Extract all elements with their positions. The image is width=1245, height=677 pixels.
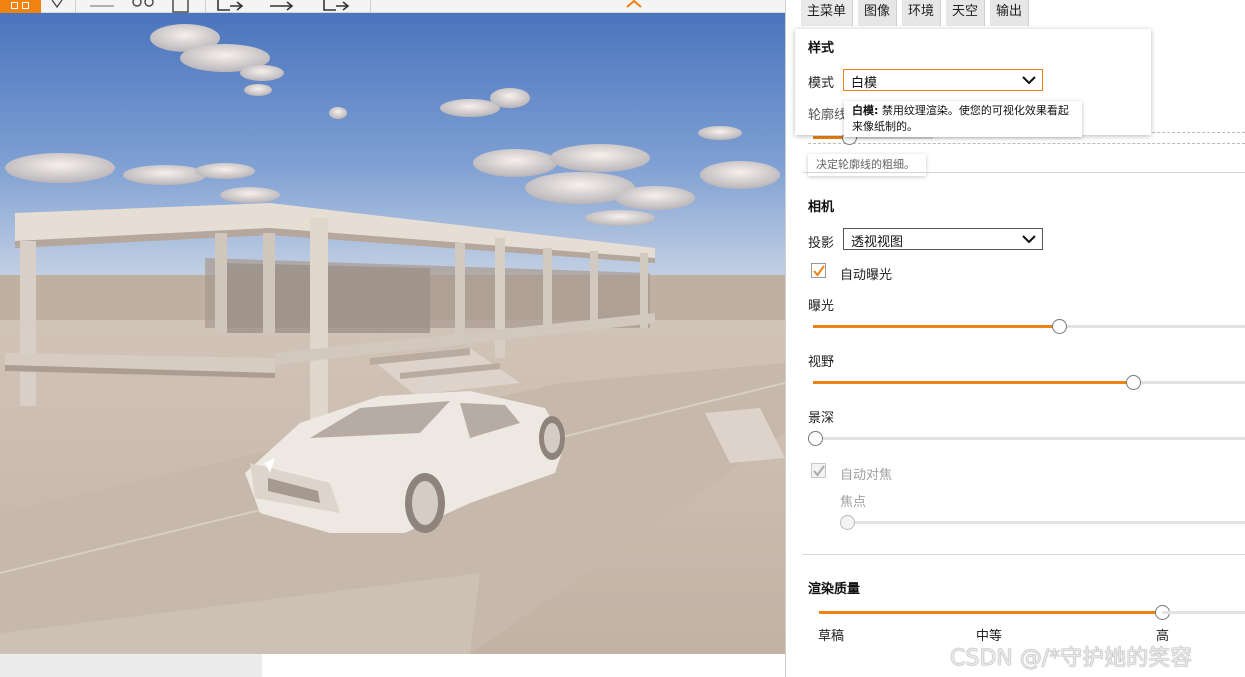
line-icon[interactable] bbox=[88, 0, 116, 13]
fov-slider-thumb[interactable] bbox=[1126, 375, 1141, 390]
check-icon bbox=[813, 265, 825, 277]
glasses-icon[interactable] bbox=[130, 0, 156, 13]
auto-focus-label: 自动对焦 bbox=[840, 468, 893, 483]
export-icon[interactable] bbox=[216, 0, 246, 13]
section-divider bbox=[803, 172, 1245, 173]
tab-output[interactable]: 输出 bbox=[990, 0, 1030, 26]
focus-slider-thumb bbox=[840, 515, 855, 530]
save-icon[interactable] bbox=[172, 0, 190, 13]
chevron-down-icon bbox=[1022, 235, 1036, 244]
fov-slider[interactable] bbox=[813, 375, 1245, 390]
tab-sky[interactable]: 天空 bbox=[946, 0, 986, 26]
auto-exposure-checkbox[interactable] bbox=[811, 263, 826, 278]
mode-select[interactable]: 白模 bbox=[843, 69, 1043, 91]
outline-label: 轮廓线 bbox=[808, 108, 848, 123]
toolbar-separator bbox=[370, 0, 371, 13]
mode-tooltip: 白模: 禁用纹理渲染。使您的可视化效果看起来像纸制的。 bbox=[844, 101, 1082, 137]
exposure-slider-thumb[interactable] bbox=[1052, 319, 1067, 334]
rendered-scene bbox=[0, 13, 785, 654]
tab-bar: 主菜单 图像 环境 天空 输出 bbox=[786, 0, 1245, 26]
mode-select-value: 白模 bbox=[851, 76, 878, 91]
style-heading: 样式 bbox=[808, 41, 835, 56]
projection-label: 投影 bbox=[808, 236, 835, 251]
export-icon[interactable] bbox=[268, 0, 298, 13]
viewport-footer bbox=[0, 654, 785, 677]
projection-select[interactable]: 透视视图 bbox=[843, 228, 1043, 250]
toolbar bbox=[0, 0, 785, 13]
exposure-label: 曝光 bbox=[808, 299, 835, 314]
render-quality-track-extension bbox=[1162, 611, 1245, 614]
tab-environment[interactable]: 环境 bbox=[902, 0, 942, 26]
pin-icon[interactable] bbox=[50, 0, 64, 13]
export-icon[interactable] bbox=[322, 0, 352, 13]
render-quality-slider[interactable] bbox=[819, 605, 1170, 620]
check-icon bbox=[813, 465, 825, 477]
focus-label: 焦点 bbox=[840, 495, 867, 510]
exposure-slider[interactable] bbox=[813, 319, 1245, 334]
chevron-up-icon[interactable] bbox=[622, 0, 646, 10]
mode-tooltip-text: 禁用纹理渲染。使您的可视化效果看起来像纸制的。 bbox=[852, 104, 1069, 133]
quality-level-draft: 草稿 bbox=[818, 629, 845, 644]
grid-icon[interactable] bbox=[0, 0, 41, 13]
settings-panel: 主菜单 图像 环境 天空 输出 样式 模式 白模 轮廓线 白模: 禁用纹理渲染。… bbox=[786, 0, 1245, 677]
dof-slider-thumb[interactable] bbox=[808, 431, 823, 446]
tab-main-menu[interactable]: 主菜单 bbox=[801, 0, 854, 26]
auto-exposure-label: 自动曝光 bbox=[840, 268, 893, 283]
dof-label: 景深 bbox=[808, 411, 835, 426]
chevron-down-icon bbox=[1022, 76, 1036, 85]
mode-tooltip-title: 白模: bbox=[852, 104, 879, 117]
focus-slider bbox=[840, 515, 1245, 530]
mode-label: 模式 bbox=[808, 76, 835, 91]
render-quality-heading: 渲染质量 bbox=[808, 582, 861, 597]
dof-slider[interactable] bbox=[808, 431, 1245, 446]
tab-image[interactable]: 图像 bbox=[858, 0, 898, 26]
render-viewport[interactable] bbox=[0, 13, 785, 654]
camera-heading: 相机 bbox=[808, 200, 835, 215]
fov-label: 视野 bbox=[808, 355, 835, 370]
auto-focus-checkbox bbox=[811, 463, 826, 478]
toolbar-separator bbox=[75, 0, 76, 13]
toolbar-separator bbox=[205, 0, 206, 13]
watermark: CSDN @/*守护她的笑容 bbox=[950, 646, 1193, 671]
app-window: › 主菜单 图像 环境 天空 输出 样式 模式 白模 轮廓线 白模: bbox=[0, 0, 1245, 677]
section-divider bbox=[803, 554, 1245, 555]
projection-select-value: 透视视图 bbox=[851, 235, 904, 250]
